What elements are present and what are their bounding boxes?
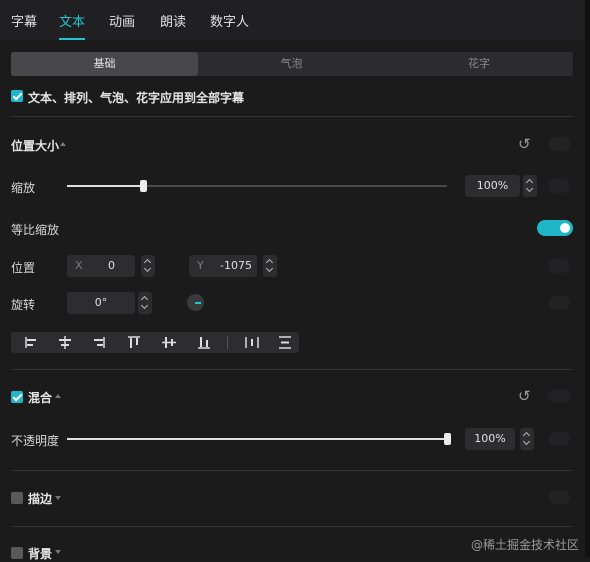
blend-checkbox[interactable] — [11, 391, 23, 403]
position-y-stepper[interactable] — [263, 255, 277, 277]
background-checkbox[interactable] — [11, 547, 23, 559]
y-label: Y — [197, 259, 204, 272]
section-title-blend: 混合 — [28, 391, 53, 405]
tab-digital-human[interactable]: 数字人 — [210, 11, 249, 30]
divider — [11, 116, 573, 117]
rotation-keyframe-icon[interactable] — [548, 296, 570, 310]
scale-slider-fill — [67, 185, 143, 187]
divider — [11, 369, 573, 370]
x-value: 0 — [108, 259, 115, 272]
section-title-background: 背景 — [28, 547, 53, 561]
distribute-horizontal-icon[interactable] — [236, 332, 268, 353]
align-bottom-icon[interactable] — [188, 332, 220, 353]
section-title-stroke: 描边 — [28, 492, 53, 506]
active-tab-indicator — [59, 38, 85, 40]
expand-caret-icon[interactable] — [55, 496, 61, 500]
toolbar-separator — [227, 336, 228, 349]
distribute-vertical-icon[interactable] — [269, 332, 301, 353]
reset-icon[interactable]: ↺ — [518, 135, 531, 153]
rotation-dial-icon[interactable] — [187, 294, 204, 311]
keyframe-icon[interactable] — [548, 137, 570, 151]
keyframe-icon[interactable] — [548, 490, 570, 504]
uniform-scale-toggle[interactable] — [537, 220, 573, 236]
scale-slider-handle[interactable] — [140, 180, 147, 192]
opacity-slider-handle[interactable] — [444, 433, 451, 445]
panel-edge — [585, 0, 590, 557]
opacity-label: 不透明度 — [11, 434, 60, 448]
position-y-field[interactable]: Y -1075 — [189, 255, 257, 277]
divider — [11, 526, 573, 527]
watermark: @稀土掘金技术社区 — [471, 538, 580, 552]
subtab-bubble[interactable]: 气泡 — [198, 52, 385, 76]
subtab-basic[interactable]: 基础 — [11, 52, 198, 76]
opacity-slider-fill — [67, 438, 447, 440]
position-x-field[interactable]: X 0 — [67, 255, 135, 277]
tab-text[interactable]: 文本 — [59, 11, 85, 30]
tab-subtitles[interactable]: 字幕 — [11, 11, 37, 30]
section-title-position-size: 位置大小 — [11, 139, 60, 153]
opacity-value-field[interactable]: 100% — [465, 428, 515, 450]
tab-animation[interactable]: 动画 — [109, 11, 135, 30]
align-vcenter-icon[interactable] — [153, 332, 185, 353]
subtab-fancy-text[interactable]: 花字 — [385, 52, 573, 76]
position-keyframe-icon[interactable] — [548, 259, 570, 273]
align-left-icon[interactable] — [15, 332, 47, 353]
rotation-stepper[interactable] — [138, 292, 152, 314]
rotation-field[interactable]: 0° — [67, 292, 135, 314]
align-top-icon[interactable] — [118, 332, 150, 353]
tab-read-aloud[interactable]: 朗读 — [160, 11, 186, 30]
collapse-caret-icon[interactable] — [60, 142, 66, 146]
expand-caret-icon[interactable] — [55, 550, 61, 554]
scale-value-field[interactable]: 100% — [465, 175, 520, 197]
x-label: X — [75, 259, 83, 272]
apply-all-label: 文本、排列、气泡、花字应用到全部字幕 — [28, 91, 245, 105]
rotation-label: 旋转 — [11, 298, 36, 312]
keyframe-icon[interactable] — [548, 389, 570, 403]
top-tab-bar: 字幕 文本 动画 朗读 数字人 — [0, 0, 585, 40]
align-hcenter-icon[interactable] — [49, 332, 81, 353]
y-value: -1075 — [220, 259, 252, 272]
apply-all-checkbox[interactable] — [11, 90, 23, 102]
align-right-icon[interactable] — [83, 332, 115, 353]
alignment-toolbar — [11, 332, 299, 353]
collapse-caret-icon[interactable] — [55, 394, 61, 398]
uniform-scale-label: 等比缩放 — [11, 223, 60, 237]
divider — [11, 470, 573, 471]
scale-keyframe-icon[interactable] — [548, 179, 570, 193]
subtab-bar: 基础 气泡 花字 — [11, 52, 573, 76]
reset-icon[interactable]: ↺ — [518, 387, 531, 405]
stroke-checkbox[interactable] — [11, 492, 23, 504]
position-label: 位置 — [11, 261, 36, 275]
opacity-keyframe-icon[interactable] — [548, 432, 570, 446]
opacity-stepper[interactable] — [520, 428, 534, 450]
position-x-stepper[interactable] — [141, 255, 155, 277]
scale-stepper[interactable] — [523, 175, 537, 197]
scale-label: 缩放 — [11, 181, 36, 195]
